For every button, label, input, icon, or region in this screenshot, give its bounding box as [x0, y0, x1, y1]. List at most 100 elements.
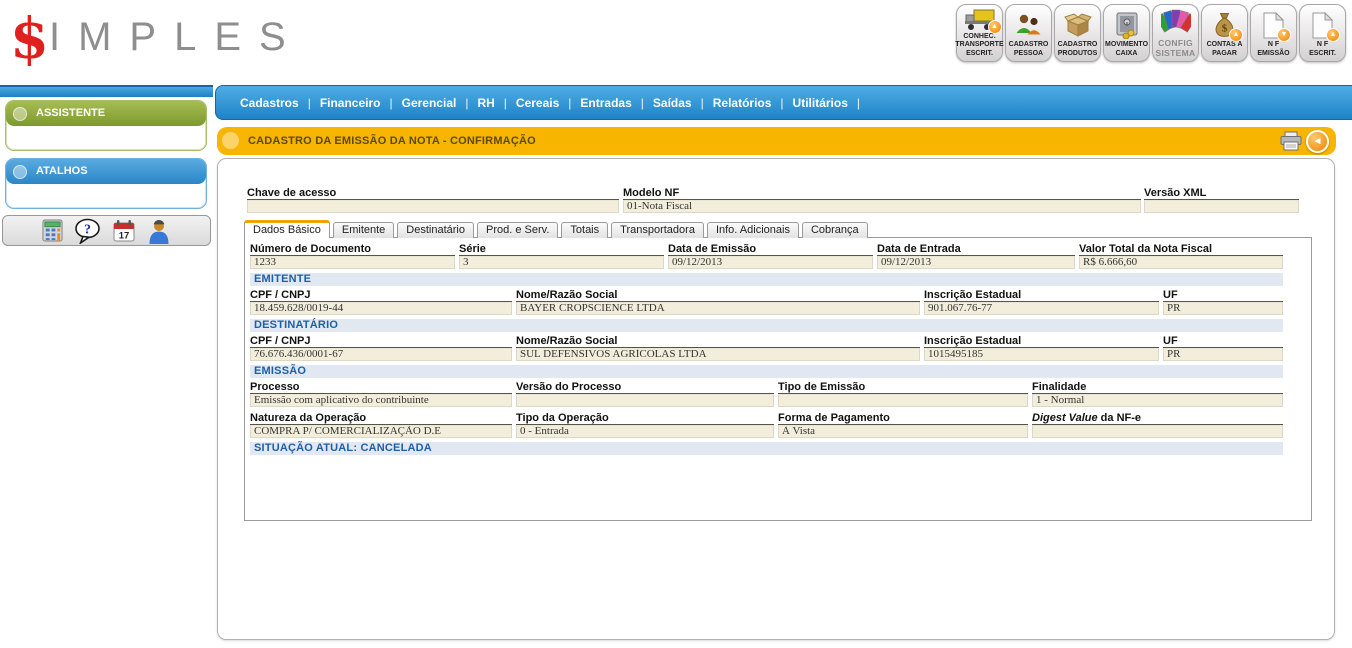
safe-icon — [1114, 9, 1140, 41]
field-value — [1144, 200, 1299, 213]
calculator-icon[interactable] — [42, 219, 63, 242]
calendar-icon[interactable]: 17 — [112, 219, 136, 243]
field-emitente-nome: Nome/Razão Social BAYER CROPSCIENCE LTDA — [516, 289, 920, 315]
toolbar-button-cadastro-produtos[interactable]: CADASTRO PRODUTOS — [1054, 4, 1101, 62]
print-icon[interactable] — [1279, 131, 1303, 151]
app-logo: $IMPLES — [10, 6, 304, 72]
content-panel: Chave de acesso Modelo NF 01-Nota Fiscal… — [217, 158, 1335, 640]
field-versao-xml: Versão XML — [1144, 187, 1299, 213]
row-documento: Número de Documento 1233 Série 3 Data de… — [250, 243, 1283, 269]
sidebar-assistente-header[interactable]: ASSISTENTE — [6, 101, 206, 126]
section-header-destinatario: DESTINATÁRIO — [250, 319, 1283, 332]
field-processo: Processo Emissão com aplicativo do contr… — [250, 381, 512, 407]
field-modelo-nf: Modelo NF 01-Nota Fiscal — [623, 187, 1141, 213]
tab-emitente[interactable]: Emitente — [333, 222, 394, 238]
field-numero-documento: Número de Documento 1233 — [250, 243, 455, 269]
menu-separator: | — [465, 96, 468, 110]
toolbar-button-cadastro-pessoa[interactable]: CADASTRO PESSOA — [1005, 4, 1052, 62]
box-icon — [1064, 9, 1092, 41]
toolbar-button-label: MOVIMENTO CAIXA — [1105, 41, 1148, 58]
menu-separator: | — [390, 96, 393, 110]
tab-content-dados-basico: Número de Documento 1233 Série 3 Data de… — [244, 237, 1312, 521]
menu-item-gerencial[interactable]: Gerencial — [402, 96, 457, 110]
row-processo: Processo Emissão com aplicativo do contr… — [250, 381, 1283, 407]
field-versao-processo: Versão do Processo — [516, 381, 774, 407]
row-operacao: Natureza da Operação COMPRA P/ COMERCIAL… — [250, 412, 1283, 438]
menu-separator: | — [504, 96, 507, 110]
field-destinatario-inscricao-estadual: Inscrição Estadual 1015495185 — [924, 335, 1159, 361]
field-valor-total: Valor Total da Nota Fiscal R$ 6.666,60 — [1079, 243, 1283, 269]
form-tabs: Dados Básico Emitente Destinatário Prod.… — [244, 220, 868, 238]
down-arrow-badge-icon — [1277, 28, 1291, 42]
document-up-icon — [1311, 9, 1334, 41]
sidebar-iconbar: ? 17 — [2, 215, 211, 246]
menu-separator: | — [308, 96, 311, 110]
tab-transportadora[interactable]: Transportadora — [611, 222, 704, 238]
back-button-icon[interactable] — [1306, 130, 1329, 153]
menu-item-financeiro[interactable]: Financeiro — [320, 96, 381, 110]
tab-info-adicionais[interactable]: Info. Adicionais — [707, 222, 799, 238]
moneybag-icon: $ — [1212, 9, 1237, 41]
section-header-emitente: EMITENTE — [250, 273, 1283, 286]
truck-icon — [964, 7, 996, 33]
toolbar-button-label: CONTAS A PAGAR — [1207, 41, 1243, 58]
menu-item-entradas[interactable]: Entradas — [580, 96, 631, 110]
toolbar-button-label: CONHEC. TRANSPORTE ESCRIT. — [955, 33, 1003, 58]
field-value: 01-Nota Fiscal — [623, 200, 1141, 213]
toolbar-button-conhec-transporte-escrit[interactable]: CONHEC. TRANSPORTE ESCRIT. — [956, 4, 1003, 62]
tab-dados-basico[interactable]: Dados Básico — [244, 220, 330, 238]
sidebar-panel-assistente: ASSISTENTE — [5, 100, 207, 151]
menu-item-cadastros[interactable]: Cadastros — [240, 96, 299, 110]
toolbar-button-movimento-caixa[interactable]: MOVIMENTO CAIXA — [1103, 4, 1150, 62]
svg-text:$: $ — [1222, 22, 1228, 34]
document-down-icon — [1262, 9, 1285, 41]
toolbar-button-label: CONFIG SISTEMA — [1156, 38, 1196, 58]
section-header-situacao-atual: SITUAÇÃO ATUAL: CANCELADA — [250, 442, 1283, 455]
up-arrow-badge-icon — [1326, 28, 1340, 42]
titlebar-actions — [1279, 130, 1329, 153]
menu-item-saidas[interactable]: Saídas — [653, 96, 692, 110]
field-natureza-operacao: Natureza da Operação COMPRA P/ COMERCIAL… — [250, 412, 512, 438]
toolbar-button-label: CADASTRO PRODUTOS — [1058, 41, 1098, 58]
field-tipo-operacao: Tipo da Operação 0 - Entrada — [516, 412, 774, 438]
main-toolbar: CONHEC. TRANSPORTE ESCRIT. CADASTRO PESS… — [956, 4, 1346, 62]
main-menubar: Cadastros | Financeiro | Gerencial | RH | Ce… — [215, 85, 1352, 120]
field-tipo-emissao: Tipo de Emissão — [778, 381, 1028, 407]
row-emitente: CPF / CNPJ 18.459.628/0019-44 Nome/Razão… — [250, 289, 1283, 315]
field-emitente-inscricao-estadual: Inscrição Estadual 901.067.76-77 — [924, 289, 1159, 315]
svg-text:17: 17 — [119, 230, 130, 241]
field-emitente-uf: UF PR — [1163, 289, 1283, 315]
menu-separator: | — [568, 96, 571, 110]
menu-item-utilitarios[interactable]: Utilitários — [793, 96, 848, 110]
field-serie: Série 3 — [459, 243, 664, 269]
toolbar-button-nf-escrit[interactable]: N F ESCRIT. — [1299, 4, 1346, 62]
tab-cobranca[interactable]: Cobrança — [802, 222, 868, 238]
help-icon[interactable]: ? — [74, 218, 101, 244]
sidebar-top-strip — [0, 85, 213, 97]
field-destinatario-cpf-cnpj: CPF / CNPJ 76.676.436/0001-67 — [250, 335, 512, 361]
toolbar-button-label: N F ESCRIT. — [1309, 41, 1336, 58]
toolbar-button-config-sistema[interactable]: CONFIG SISTEMA — [1152, 4, 1199, 62]
field-forma-pagamento: Forma de Pagamento À Vista — [778, 412, 1028, 438]
up-arrow-badge-icon — [1229, 28, 1243, 42]
menu-item-cereais[interactable]: Cereais — [516, 96, 559, 110]
menu-item-relatorios[interactable]: Relatórios — [713, 96, 772, 110]
toolbar-button-contas-a-pagar[interactable]: $ CONTAS A PAGAR — [1201, 4, 1248, 62]
tab-prod-e-serv[interactable]: Prod. e Serv. — [477, 222, 558, 238]
toolbar-button-nf-emissao[interactable]: N F EMISSÃO — [1250, 4, 1297, 62]
tab-totais[interactable]: Totais — [561, 222, 608, 238]
people-icon — [1015, 9, 1042, 41]
field-destinatario-nome: Nome/Razão Social SUL DEFENSIVOS AGRÍCOL… — [516, 335, 920, 361]
section-header-emissao: EMISSÃO — [250, 365, 1283, 378]
menu-separator: | — [701, 96, 704, 110]
menu-item-rh[interactable]: RH — [477, 96, 494, 110]
tab-destinatario[interactable]: Destinatário — [397, 222, 474, 238]
user-icon[interactable] — [147, 218, 171, 244]
field-destinatario-uf: UF PR — [1163, 335, 1283, 361]
field-data-emissao: Data de Emissão 09/12/2013 — [668, 243, 873, 269]
sidebar-atalhos-header[interactable]: ATALHOS — [6, 159, 206, 184]
field-finalidade: Finalidade 1 - Normal — [1032, 381, 1283, 407]
up-arrow-badge-icon — [988, 20, 1002, 34]
palette-icon — [1161, 7, 1191, 38]
field-chave-acesso: Chave de acesso — [247, 187, 619, 213]
